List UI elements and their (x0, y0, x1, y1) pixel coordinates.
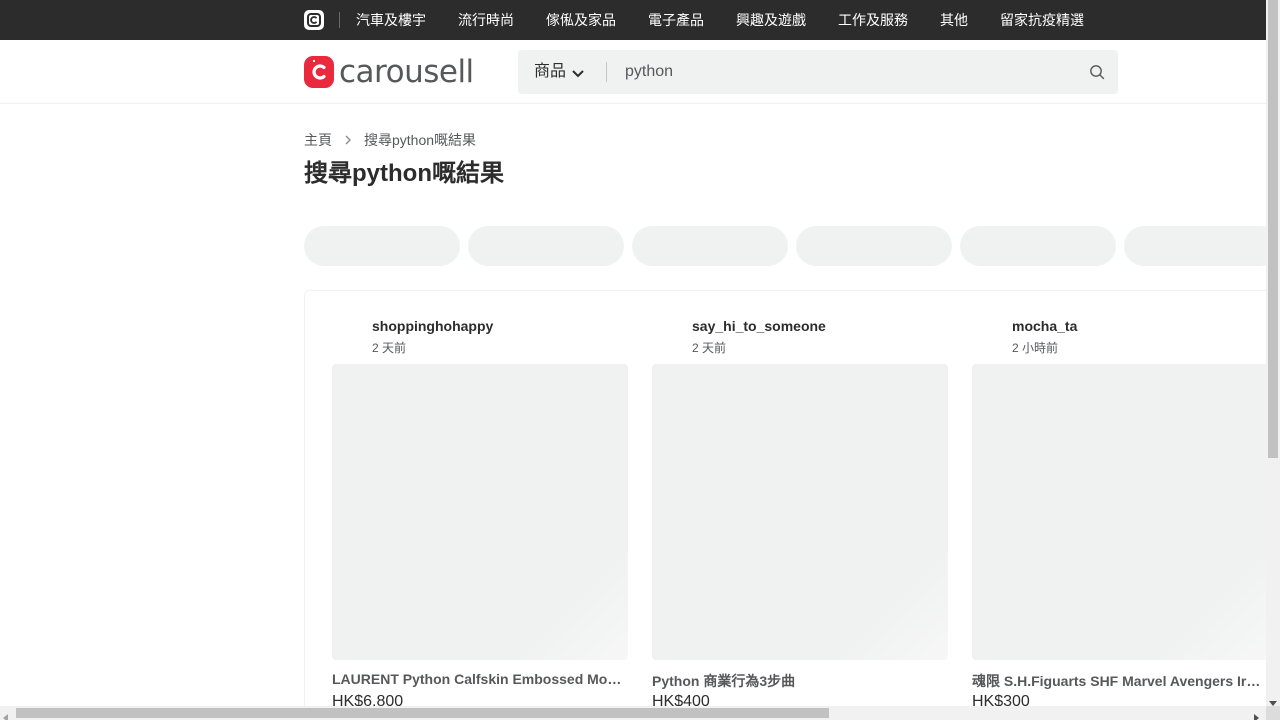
nav-item-jobs-services[interactable]: 工作及服務 (838, 11, 908, 29)
listing-photo[interactable] (652, 364, 948, 660)
filter-pill[interactable] (632, 226, 788, 266)
search-scope-select[interactable]: 商品 (534, 63, 566, 81)
listing-title[interactable]: 魂限 S.H.Figuarts SHF Marvel Avengers Ir… (972, 671, 1264, 691)
seller-name[interactable]: mocha_ta (1012, 318, 1077, 334)
scroll-right-arrow-icon[interactable] (1254, 709, 1260, 720)
nav-item-others[interactable]: 其他 (940, 11, 968, 29)
chevron-down-icon[interactable] (571, 66, 585, 84)
filter-pill[interactable] (960, 226, 1116, 266)
seller-avatar[interactable] (332, 317, 364, 349)
search-input[interactable]: python (625, 63, 673, 81)
scrollbar-corner (1266, 706, 1280, 720)
listing-time: 2 天前 (372, 341, 407, 355)
seller-avatar[interactable] (652, 317, 684, 349)
listing-results: shoppinghohappy 2 天前 LAURENT Python Calf… (304, 290, 1280, 720)
carousell-mini-logo-icon[interactable] (304, 10, 324, 30)
nav-item-hobbies-games[interactable]: 興趣及遊戲 (736, 11, 806, 29)
chevron-right-icon (344, 132, 352, 148)
listing-time: 2 天前 (692, 341, 727, 355)
nav-item-fashion[interactable]: 流行時尚 (458, 11, 514, 29)
listing-time: 2 小時前 (1012, 341, 1059, 355)
search-bar: 商品 python (518, 50, 1118, 94)
search-icon[interactable] (1089, 64, 1105, 85)
vertical-scrollbar[interactable] (1266, 0, 1280, 706)
filter-pill[interactable] (304, 226, 460, 266)
vertical-scrollbar-thumb[interactable] (1268, 0, 1278, 458)
filter-pill[interactable] (796, 226, 952, 266)
browser-viewport: 汽車及樓宇 流行時尚 傢俬及家品 電子產品 興趣及遊戲 工作及服務 其他 留家抗… (0, 0, 1280, 720)
listing-photo[interactable] (972, 364, 1268, 660)
nav-divider (339, 12, 340, 28)
search-divider (606, 62, 607, 82)
nav-item-cars-property[interactable]: 汽車及樓宇 (356, 11, 426, 29)
horizontal-scrollbar-thumb[interactable] (16, 708, 829, 718)
filter-pill[interactable] (1124, 226, 1280, 266)
breadcrumb-current: 搜尋python嘅結果 (364, 132, 477, 148)
listing-title[interactable]: Python 商業行為3步曲 (652, 671, 944, 691)
logo-wordmark: carousell (339, 54, 474, 90)
listing-photo[interactable] (332, 364, 628, 660)
horizontal-scrollbar[interactable] (0, 706, 1266, 720)
site-header: carousell 商品 python (0, 40, 1266, 104)
nav-item-electronics[interactable]: 電子產品 (648, 11, 704, 29)
seller-name[interactable]: shoppinghohappy (372, 318, 493, 334)
seller-avatar[interactable] (972, 317, 1004, 349)
breadcrumb: 主頁 搜尋python嘅結果 (304, 130, 476, 150)
carousell-logo-mark-icon (304, 56, 334, 88)
seller-name[interactable]: say_hi_to_someone (692, 318, 826, 334)
carousell-logo[interactable]: carousell (304, 56, 474, 88)
scroll-left-arrow-icon[interactable] (3, 709, 9, 720)
page-title: 搜尋python嘅結果 (304, 160, 504, 187)
nav-item-home-living[interactable]: 傢俬及家品 (546, 11, 616, 29)
category-nav-bar: 汽車及樓宇 流行時尚 傢俬及家品 電子產品 興趣及遊戲 工作及服務 其他 留家抗… (0, 0, 1266, 40)
nav-item-stay-home-picks[interactable]: 留家抗疫精選 (1000, 11, 1084, 29)
filter-pill[interactable] (468, 226, 624, 266)
breadcrumb-home[interactable]: 主頁 (304, 130, 332, 150)
listing-title[interactable]: LAURENT Python Calfskin Embossed Mo… (332, 671, 624, 687)
